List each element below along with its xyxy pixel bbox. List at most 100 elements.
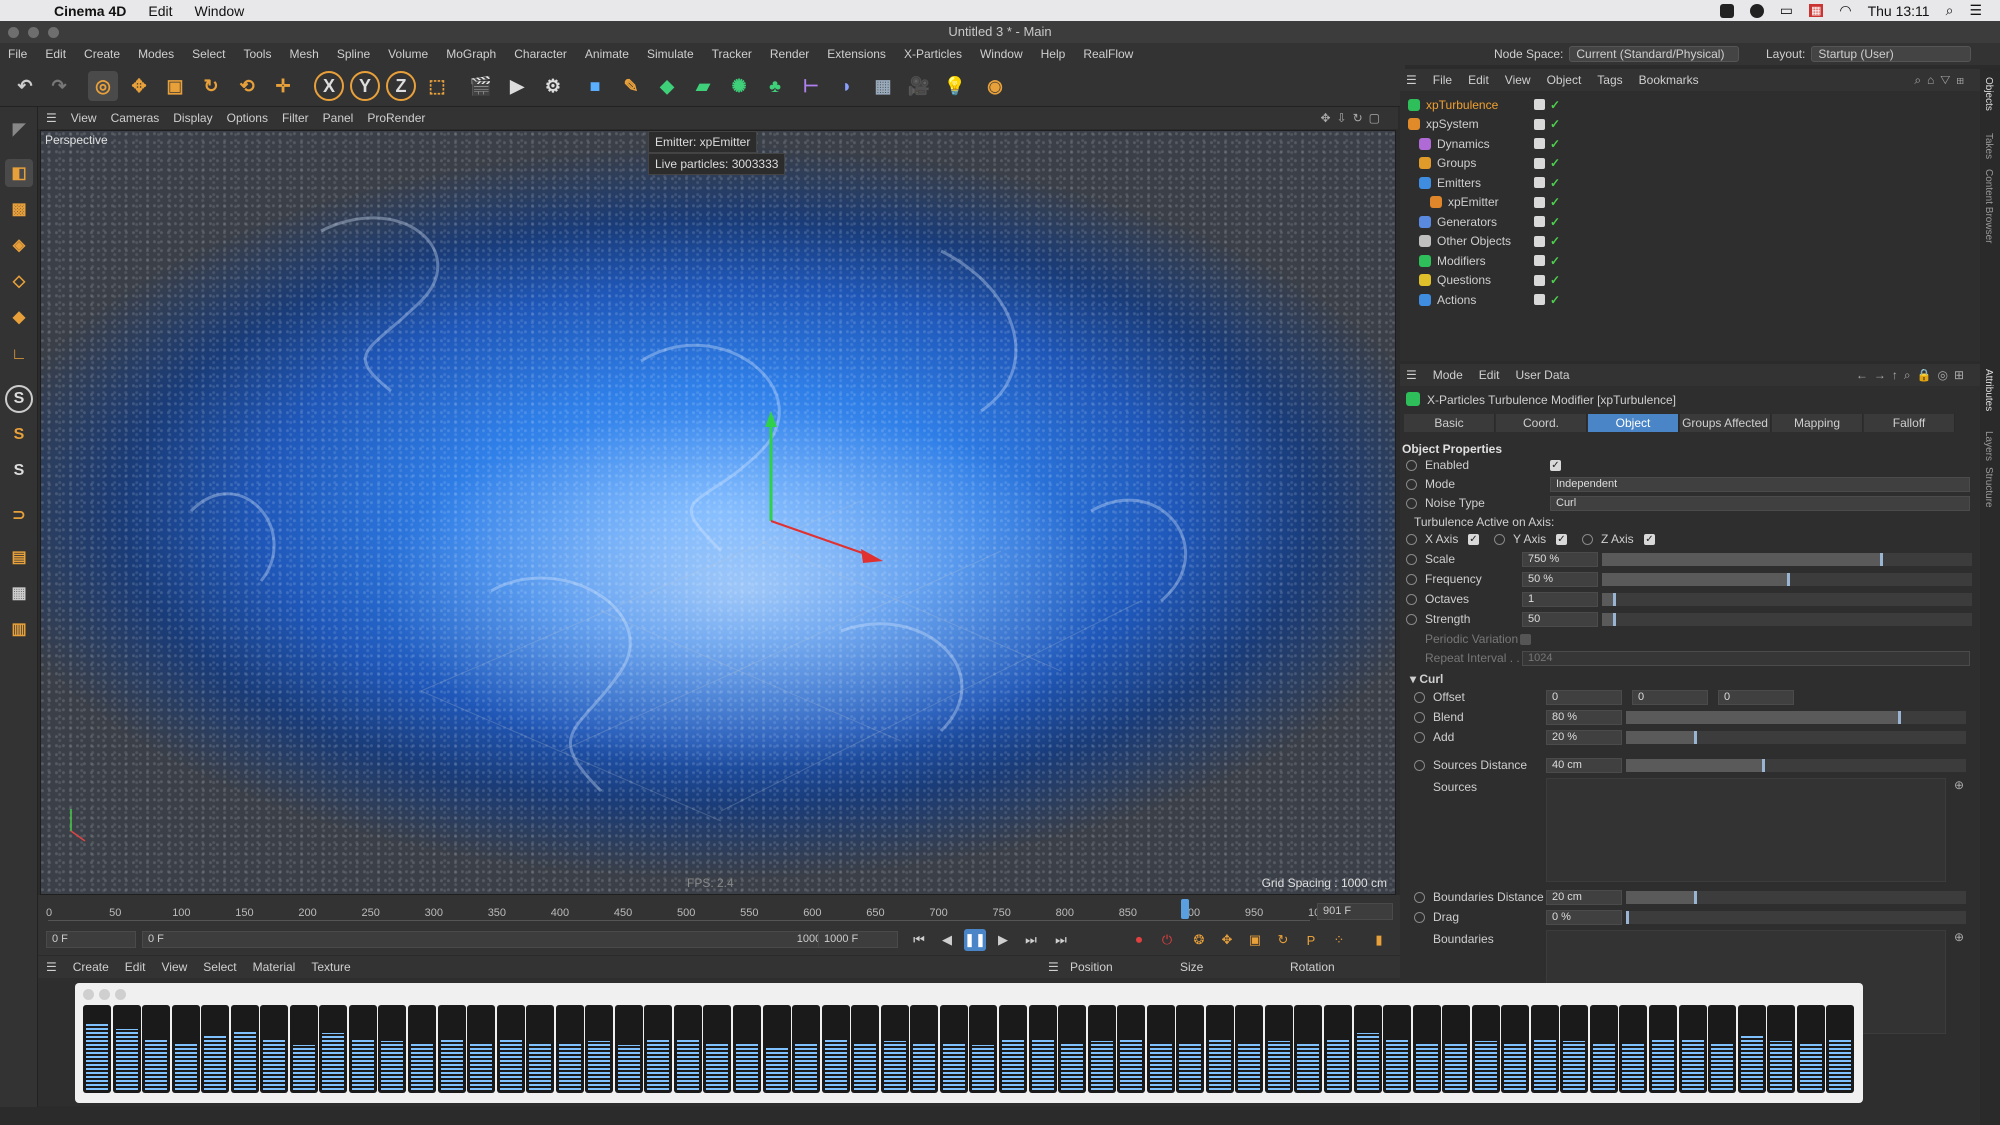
move-tool-icon[interactable]: ✥	[124, 71, 154, 101]
drag-anim-dot[interactable]	[1414, 912, 1425, 923]
attr-menu-edit[interactable]: Edit	[1479, 368, 1500, 382]
key-scale-icon[interactable]: ▣	[1244, 929, 1266, 951]
pause-icon[interactable]: ❚❚	[964, 929, 986, 951]
side-tab-objects[interactable]: Objects	[1983, 77, 1994, 111]
visibility-toggle-icon[interactable]	[1534, 255, 1545, 266]
timeline-layout-icon[interactable]: ▮	[1368, 929, 1390, 951]
locked-workplane-icon[interactable]: ▥	[5, 615, 33, 643]
object-menu-tags[interactable]: Tags	[1597, 73, 1622, 87]
add-slider[interactable]	[1626, 731, 1966, 744]
key-position-icon[interactable]: ✥	[1216, 929, 1238, 951]
end-frame-field[interactable]: 1000 F	[818, 931, 898, 948]
wifi-icon[interactable]: ◠	[1839, 2, 1851, 19]
blend-field[interactable]: 80 %	[1546, 710, 1622, 725]
undo-icon[interactable]: ↶	[10, 71, 40, 101]
boundaries-distance-anim-dot[interactable]	[1414, 892, 1425, 903]
material-menu-select[interactable]: Select	[203, 960, 236, 974]
z-axis-anim-dot[interactable]	[1582, 534, 1593, 545]
menu-character[interactable]: Character	[514, 47, 567, 61]
magnet-icon[interactable]: ⊃	[5, 501, 33, 529]
boundaries-pick-icon[interactable]: ⊕	[1954, 930, 1964, 944]
menu-help[interactable]: Help	[1041, 47, 1066, 61]
menu-x-particles[interactable]: X-Particles	[904, 47, 962, 61]
enabled-check-icon[interactable]: ✓	[1550, 195, 1560, 209]
deformer-icon[interactable]: ⊢	[796, 71, 826, 101]
hamburger-icon[interactable]: ☰	[1406, 73, 1417, 87]
object-row[interactable]: Groups ✓	[1400, 154, 1980, 173]
sources-pick-icon[interactable]: ⊕	[1954, 778, 1964, 792]
viewport-menu-panel[interactable]: Panel	[323, 111, 354, 125]
field-icon[interactable]: ◗	[832, 71, 862, 101]
live-selection-icon[interactable]: ◎	[88, 71, 118, 101]
menu-edit[interactable]: Edit	[45, 47, 66, 61]
next-frame-icon[interactable]: ▶	[992, 929, 1014, 951]
enabled-check-icon[interactable]: ✓	[1550, 156, 1560, 170]
viewport-menu-filter[interactable]: Filter	[282, 111, 309, 125]
menu-animate[interactable]: Animate	[585, 47, 629, 61]
viewport-menu-prorender[interactable]: ProRender	[367, 111, 425, 125]
light-icon[interactable]: 💡	[940, 71, 970, 101]
visibility-toggle-icon[interactable]	[1534, 294, 1545, 305]
object-menu-file[interactable]: File	[1433, 73, 1452, 87]
sources-distance-anim-dot[interactable]	[1414, 760, 1425, 771]
enabled-check-icon[interactable]: ✓	[1550, 215, 1560, 229]
object-row[interactable]: xpTurbulence ✓	[1400, 95, 1980, 114]
app-menu[interactable]: Cinema 4D	[54, 3, 126, 19]
menu-tools[interactable]: Tools	[243, 47, 271, 61]
mac-menu-window[interactable]: Window	[194, 3, 244, 19]
object-menu-view[interactable]: View	[1505, 73, 1531, 87]
boundaries-distance-slider[interactable]	[1626, 891, 1966, 904]
x-axis-anim-dot[interactable]	[1406, 534, 1417, 545]
rotate-tool-icon[interactable]: ↻	[196, 71, 226, 101]
scale-anim-dot[interactable]	[1406, 554, 1417, 565]
noise-type-dropdown[interactable]: Curl	[1550, 496, 1970, 511]
visibility-toggle-icon[interactable]	[1534, 99, 1545, 110]
z-axis-checkbox[interactable]: ✓	[1644, 534, 1655, 545]
make-editable-icon[interactable]: ◤	[5, 115, 33, 143]
start-frame-field[interactable]: 0 F	[46, 931, 136, 948]
visibility-toggle-icon[interactable]	[1534, 157, 1545, 169]
enabled-check-icon[interactable]: ✓	[1550, 254, 1560, 268]
key-rotation-icon[interactable]: ↻	[1272, 929, 1294, 951]
minimize-window-button[interactable]	[28, 27, 39, 38]
material-menu-edit[interactable]: Edit	[125, 960, 146, 974]
coord-hamburger-icon[interactable]: ☰	[1048, 960, 1059, 974]
menu-mesh[interactable]: Mesh	[289, 47, 318, 61]
texture-mode-icon[interactable]: ▩	[5, 195, 33, 223]
frequency-field[interactable]: 50 %	[1522, 572, 1598, 587]
scale-slider[interactable]	[1602, 553, 1972, 566]
menu-spline[interactable]: Spline	[337, 47, 370, 61]
side-tab-content-browser[interactable]: Content Browser	[1983, 169, 1994, 243]
perspective-viewport[interactable]: Perspective FPS: 2.4 Grid Spacing : 1000…	[40, 130, 1396, 895]
timeline-ruler[interactable]: 0 50 100 150 200 250 300 350 400 450 500 550 600 650 7…	[46, 899, 1332, 921]
blend-slider[interactable]	[1626, 711, 1966, 724]
redo-icon[interactable]: ↷	[44, 71, 74, 101]
menu-select[interactable]: Select	[192, 47, 225, 61]
object-row[interactable]: xpSystem ✓	[1400, 115, 1980, 134]
object-search-icons[interactable]: ⌕⌂▽⊞	[1914, 73, 1970, 88]
noise-type-anim-dot[interactable]	[1406, 498, 1417, 509]
menu-modes[interactable]: Modes	[138, 47, 174, 61]
cube-icon[interactable]: ■	[580, 71, 610, 101]
object-row[interactable]: Other Objects ✓	[1400, 232, 1980, 251]
layout-dropdown[interactable]: Startup (User)	[1811, 46, 1972, 62]
drag-slider[interactable]	[1626, 911, 1966, 924]
menu-simulate[interactable]: Simulate	[647, 47, 694, 61]
sources-distance-field[interactable]: 40 cm	[1546, 758, 1622, 773]
tab-basic[interactable]: Basic	[1404, 414, 1495, 432]
viewport-nav-icons[interactable]: ✥⇩↻▢	[1320, 111, 1386, 125]
side-tab-takes[interactable]: Takes	[1983, 133, 1994, 159]
hamburger-icon[interactable]: ☰	[1406, 368, 1417, 382]
visibility-toggle-icon[interactable]	[1534, 196, 1545, 208]
sources-distance-slider[interactable]	[1626, 759, 1966, 772]
menu-mograph[interactable]: MoGraph	[446, 47, 496, 61]
floor-icon[interactable]: ▦	[868, 71, 898, 101]
zoom-window-button[interactable]	[48, 27, 59, 38]
periodic-variation-checkbox[interactable]	[1520, 634, 1531, 645]
cloner-icon[interactable]: ✺	[724, 71, 754, 101]
offset-z-field[interactable]: 0	[1718, 690, 1794, 705]
visibility-toggle-icon[interactable]	[1534, 235, 1545, 247]
menu-tracker[interactable]: Tracker	[712, 47, 752, 61]
axis-mode-icon[interactable]: ∟	[5, 341, 33, 369]
menu-window[interactable]: Window	[980, 47, 1023, 61]
